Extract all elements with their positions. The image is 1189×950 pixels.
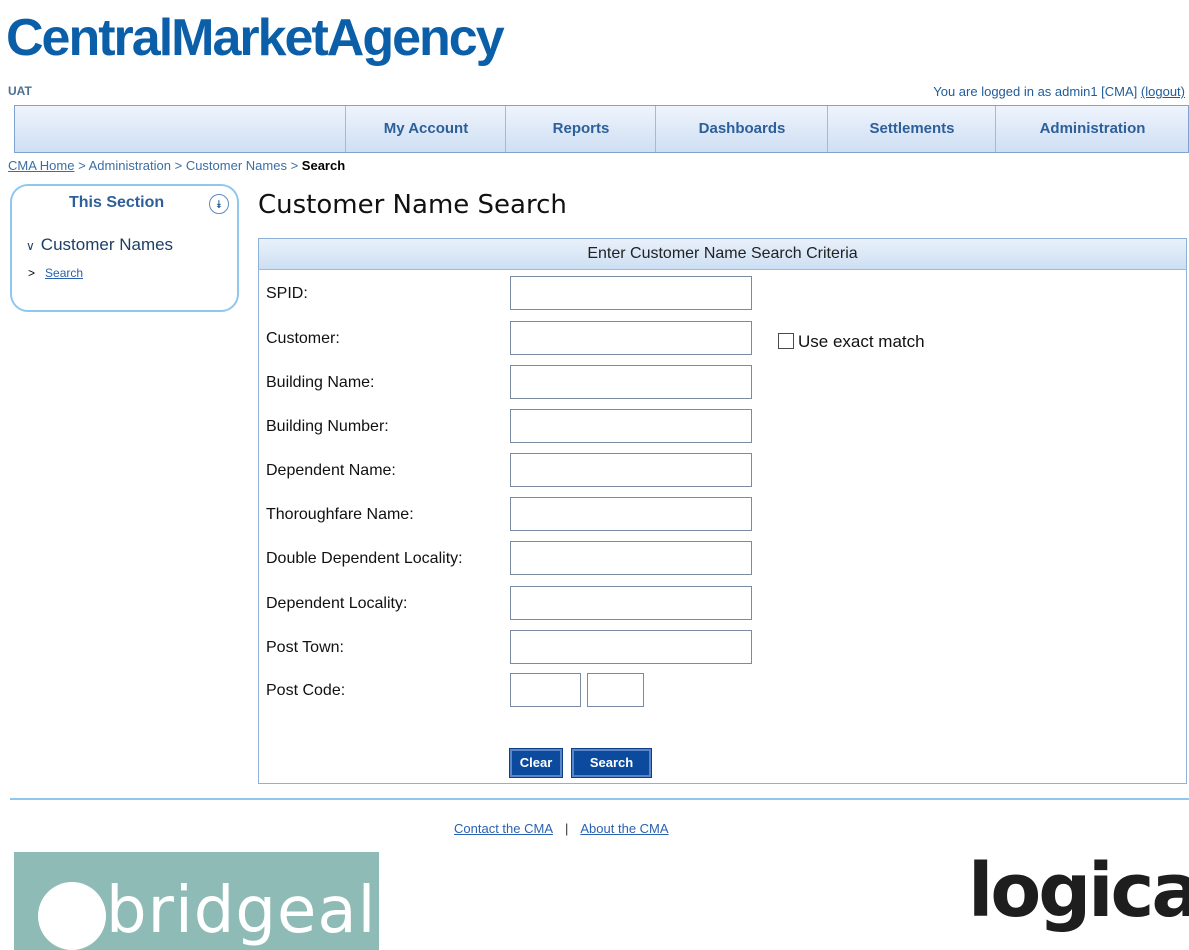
exact-match-label: Use exact match: [798, 332, 925, 351]
sidebar-title: This Section: [69, 194, 165, 211]
exact-match-option[interactable]: Use exact match: [778, 332, 925, 352]
sidebar-section-label: Customer Names: [40, 235, 174, 254]
chevron-down-icon: ∨: [26, 239, 35, 253]
sidebar-section-customer-names[interactable]: ∨ Customer Names: [26, 235, 173, 255]
spid-label: SPID:: [266, 285, 308, 302]
breadcrumb-customer-names[interactable]: Customer Names: [186, 158, 287, 173]
contact-link[interactable]: Contact the CMA: [454, 821, 553, 836]
sidebar-search-link[interactable]: Search: [45, 266, 83, 280]
search-button[interactable]: Search: [571, 748, 652, 778]
customer-label: Customer:: [266, 330, 340, 347]
thoroughfare-name-label: Thoroughfare Name:: [266, 506, 414, 523]
dependent-name-input[interactable]: [510, 453, 752, 487]
exact-match-checkbox[interactable]: [778, 333, 794, 349]
footer-separator: |: [565, 821, 569, 836]
dependent-name-label: Dependent Name:: [266, 462, 396, 479]
breadcrumb: CMA Home > Administration > Customer Nam…: [8, 158, 345, 173]
post-code-outward-input[interactable]: [510, 673, 581, 707]
post-code-label: Post Code:: [266, 682, 346, 699]
logica-logo: logica: [968, 848, 1189, 934]
footer-divider: [10, 798, 1189, 800]
environment-label: UAT: [8, 84, 32, 98]
brand-logo: CentralMarketAgency: [6, 9, 505, 67]
building-number-label: Building Number:: [266, 418, 389, 435]
breadcrumb-administration[interactable]: Administration: [89, 158, 171, 173]
logout-link[interactable]: (logout): [1141, 84, 1185, 99]
nav-dashboards[interactable]: Dashboards: [655, 106, 828, 152]
nav-settlements[interactable]: Settlements: [827, 106, 996, 152]
section-sidebar: This Section ⯯ ∨ Customer Names > Search: [10, 184, 239, 312]
bridgeall-mark-icon: [38, 882, 106, 950]
spid-input[interactable]: [510, 276, 752, 310]
breadcrumb-current: Search: [301, 158, 346, 173]
login-info: You are logged in as admin1 [CMA] (logou…: [933, 84, 1185, 99]
building-name-label: Building Name:: [266, 374, 375, 391]
panel-header: Enter Customer Name Search Criteria: [259, 239, 1186, 270]
bridgeall-logo: bridgeall: [14, 852, 379, 950]
chevron-right-icon: >: [28, 266, 36, 280]
main-navbar: My Account Reports Dashboards Settlement…: [14, 105, 1189, 153]
building-number-input[interactable]: [510, 409, 752, 443]
double-dependent-locality-input[interactable]: [510, 541, 752, 575]
clear-button[interactable]: Clear: [509, 748, 563, 778]
breadcrumb-separator: >: [290, 158, 299, 173]
dependent-locality-label: Dependent Locality:: [266, 595, 408, 612]
double-chevron-down-icon[interactable]: ⯯: [209, 194, 229, 214]
building-name-input[interactable]: [510, 365, 752, 399]
search-criteria-panel: Enter Customer Name Search Criteria SPID…: [258, 238, 1187, 784]
page-title: Customer Name Search: [258, 190, 567, 220]
breadcrumb-separator: >: [78, 158, 86, 173]
post-code-inward-input[interactable]: [587, 673, 644, 707]
thoroughfare-name-input[interactable]: [510, 497, 752, 531]
nav-reports[interactable]: Reports: [505, 106, 656, 152]
post-town-input[interactable]: [510, 630, 752, 664]
logged-in-text: You are logged in as admin1 [CMA]: [933, 84, 1138, 99]
footer-links: Contact the CMA | About the CMA: [454, 821, 669, 836]
breadcrumb-cma-home[interactable]: CMA Home: [8, 158, 74, 173]
nav-my-account[interactable]: My Account: [345, 106, 506, 152]
post-town-label: Post Town:: [266, 639, 344, 656]
nav-administration[interactable]: Administration: [995, 106, 1189, 152]
breadcrumb-separator: >: [174, 158, 183, 173]
double-dependent-locality-label: Double Dependent Locality:: [266, 550, 463, 567]
bridgeall-logo-text: bridgeall: [106, 874, 379, 948]
about-link[interactable]: About the CMA: [580, 821, 668, 836]
dependent-locality-input[interactable]: [510, 586, 752, 620]
sidebar-item-search: > Search: [28, 266, 83, 280]
customer-input[interactable]: [510, 321, 752, 355]
